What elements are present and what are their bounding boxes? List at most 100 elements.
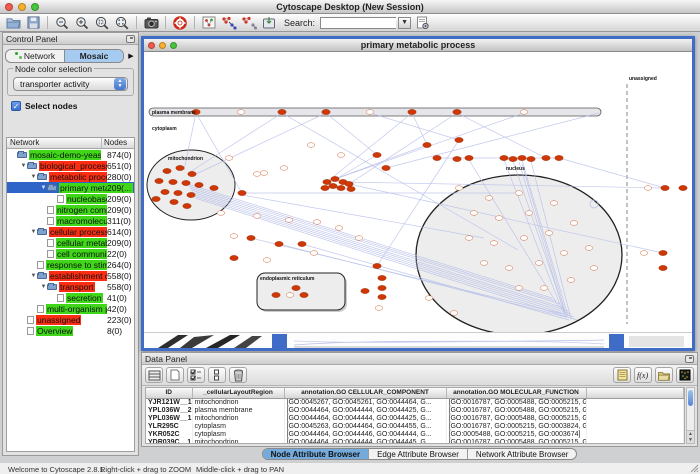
search-config-button[interactable] — [413, 15, 431, 31]
import-network-button[interactable] — [260, 15, 278, 31]
trash-icon — [233, 369, 244, 382]
expand-arrow-icon[interactable]: ▼ — [20, 163, 27, 169]
matrix-view-button[interactable] — [676, 367, 694, 383]
open-session-button[interactable] — [4, 15, 22, 31]
snapshot-button[interactable] — [142, 15, 160, 31]
delete-attribute-button[interactable] — [229, 367, 247, 383]
network-tree-body: mosaic-demo-yeast874(0)▼biological_proce… — [7, 149, 134, 336]
zoom-fit-button[interactable] — [113, 15, 131, 31]
float-panel-icon[interactable] — [126, 35, 135, 43]
folder-icon — [47, 284, 57, 290]
page-icon — [47, 239, 54, 247]
table-row[interactable]: YJR121W__1mitochondrion[GO:0045267, GO:0… — [146, 398, 684, 406]
tree-row[interactable]: response to stimulu264(0) — [7, 259, 134, 270]
search-dropdown-button[interactable]: ▼ — [398, 17, 411, 29]
tree-row[interactable]: unassigned223(0) — [7, 314, 134, 325]
tree-row[interactable]: multi-organism pro42(0) — [7, 303, 134, 314]
toolbar-separator — [47, 16, 48, 29]
tree-row-label: secretion — [66, 293, 103, 303]
tree-row[interactable]: macromolecule311(0) — [7, 215, 134, 226]
layout-button[interactable] — [200, 15, 218, 31]
resize-grip[interactable] — [690, 464, 699, 473]
tree-row[interactable]: ▼establishment of lo558(0) — [7, 270, 134, 281]
select-attributes-button[interactable] — [187, 367, 205, 383]
create-attribute-button[interactable] — [166, 367, 184, 383]
tree-row-count: 558(0) — [107, 282, 134, 292]
page-icon — [27, 327, 34, 335]
browser-tab[interactable]: Network Attribute Browser — [467, 449, 576, 459]
table-cell: YJR121W__1 — [146, 398, 192, 406]
attribute-browser-tabs: Node Attribute BrowserEdge Attribute Bro… — [141, 448, 698, 461]
tab-mosaic[interactable]: Mosaic — [64, 50, 123, 62]
tree-row-count: 558(0) — [107, 271, 134, 281]
tree-row[interactable]: ▼cellular process614(0) — [7, 226, 134, 237]
scrollbar-thumb[interactable] — [688, 390, 693, 406]
tree-row[interactable]: Overview8(0) — [7, 325, 134, 336]
network-tree-header: Network Nodes — [7, 138, 134, 149]
browser-tab[interactable]: Node Attribute Browser — [263, 449, 369, 459]
tree-row[interactable]: ▼transport558(0) — [7, 281, 134, 292]
import-attributes-button[interactable] — [655, 367, 673, 383]
node-color-selection-group: Node color selection transporter activit… — [7, 68, 134, 96]
expand-arrow-icon[interactable]: ▼ — [40, 185, 47, 191]
import-icon — [262, 16, 276, 29]
data-panel-header: Data Panel — [142, 353, 697, 365]
window-title: Cytoscape Desktop (New Session) — [0, 2, 700, 12]
network-canvas[interactable]: plasma membranecytoplasmmitochondrionnuc… — [144, 52, 692, 332]
expand-arrow-icon[interactable]: ▼ — [30, 273, 37, 279]
tree-row[interactable]: nitrogen compo209(0) — [7, 204, 134, 215]
annotation-button[interactable] — [613, 367, 631, 383]
formula-builder-button[interactable]: f(x) — [634, 367, 652, 383]
help-button[interactable] — [171, 15, 189, 31]
select-nodes-checkbox[interactable]: ✓ — [11, 101, 21, 111]
save-session-button[interactable] — [24, 15, 42, 31]
table-column-header[interactable]: _cellularLayoutRegion — [192, 388, 284, 398]
network-view-titlebar[interactable]: primary metabolic process — [144, 39, 692, 52]
table-column-header[interactable]: ID — [146, 388, 192, 398]
table-column-header[interactable]: annotation.GO CELLULAR_COMPONENT — [284, 388, 446, 398]
folder-icon — [37, 229, 47, 235]
tree-row[interactable]: cellular metabol209(0) — [7, 237, 134, 248]
zoom-out-button[interactable] — [53, 15, 71, 31]
table-column-header[interactable]: annotation.GO MOLECULAR_FUNCTION — [446, 388, 586, 398]
tree-row[interactable]: mosaic-demo-yeast874(0) — [7, 149, 134, 160]
table-row[interactable]: YDR039C__1mitochondrion[GO:0044464, GO:0… — [146, 438, 684, 444]
browser-tab[interactable]: Edge Attribute Browser — [368, 449, 467, 459]
expand-arrow-icon[interactable]: ▼ — [40, 284, 47, 290]
notepad-icon — [617, 369, 628, 381]
tab-network-label: Network — [24, 51, 55, 61]
tree-row-count: 22(0) — [107, 249, 129, 259]
tree-row[interactable]: ▼metabolic process280(0) — [7, 171, 134, 182]
svg-text:unassigned: unassigned — [629, 76, 657, 82]
tree-row[interactable]: ▼biological_process651(0) — [7, 160, 134, 171]
table-scrollbar[interactable]: ▲▼ — [686, 387, 695, 444]
tab-network[interactable]: Network — [6, 50, 64, 62]
tab-overflow-arrow[interactable]: ▶ — [126, 50, 136, 62]
group-label: Node color selection — [13, 64, 94, 74]
tree-row[interactable]: nucleobase-209(0) — [7, 193, 134, 204]
table-row[interactable]: YPL036W__1mitochondrion[GO:0044464, GO:0… — [146, 414, 684, 422]
tree-row[interactable]: ▼primary metabo209(... — [7, 182, 134, 193]
scrollbar-arrows[interactable]: ▲▼ — [687, 430, 694, 443]
tree-row-count: 209(0) — [107, 238, 134, 248]
attribute-table-button[interactable] — [145, 367, 163, 383]
search-input[interactable] — [320, 17, 396, 29]
filter-button[interactable] — [240, 15, 258, 31]
unselect-attributes-button[interactable] — [208, 367, 226, 383]
zoom-selected-button[interactable] — [93, 15, 111, 31]
node-color-dropdown[interactable]: transporter activity ▲▼ — [13, 77, 128, 91]
vizmapper-button[interactable] — [220, 15, 238, 31]
expand-arrow-icon[interactable]: ▼ — [30, 229, 37, 235]
vizmapper-icon — [221, 16, 237, 30]
table-cell: YPL036W__2 — [146, 406, 192, 414]
table-row[interactable]: YPL036W__2plasma membrane[GO:0044464, GO… — [146, 406, 684, 414]
page-icon — [57, 294, 64, 302]
zoom-in-button[interactable] — [73, 15, 91, 31]
float-panel-icon[interactable] — [685, 355, 694, 363]
tree-row[interactable]: secretion41(0) — [7, 292, 134, 303]
table-cell: [GO:0044464, GO:0044446, GO:0044444, G..… — [284, 430, 446, 438]
table-row[interactable]: YKR052Ccytoplasm[GO:0044464, GO:0044446,… — [146, 430, 684, 438]
tree-row[interactable]: cell communicat22(0) — [7, 248, 134, 259]
table-row[interactable]: YLR295Ccytoplasm[GO:0045263, GO:0044464,… — [146, 422, 684, 430]
expand-arrow-icon[interactable]: ▼ — [30, 174, 37, 180]
